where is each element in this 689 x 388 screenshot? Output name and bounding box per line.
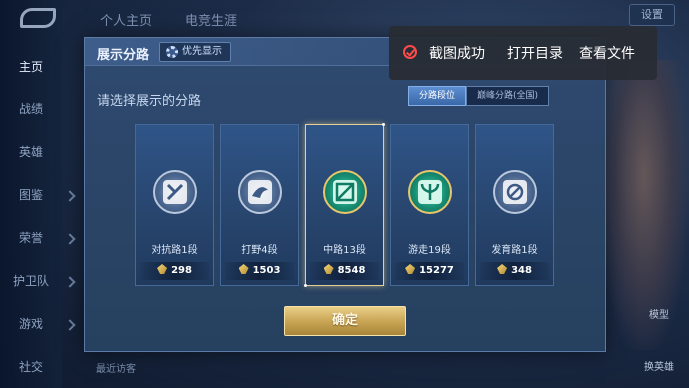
lane-cards: 对抗路1段 298 打野4段 1503 中路13段 8548 游走19段 152… [135,123,554,287]
lane-score: 1503 [225,262,294,280]
open-directory-link[interactable]: 打开目录 [507,43,563,63]
nav-item-heroes[interactable]: 英雄 [0,143,62,160]
screenshot-toast: 截图成功 打开目录 查看文件 [389,26,657,80]
priority-display-button[interactable]: 优先显示 [159,42,231,62]
score-value: 8548 [337,265,366,276]
score-icon [238,264,249,274]
tab-profile[interactable]: 个人主页 [100,10,152,29]
toast-message: 截图成功 [429,46,485,62]
score-value: 1503 [252,265,281,276]
lane-score: 348 [480,262,549,280]
rank-type-toggle: 分路段位 巅峰分路(全国) [407,86,549,106]
nav-item-home[interactable]: 主页 [0,58,62,75]
lane-card-mid[interactable]: 中路13段 8548 [304,123,385,287]
dialog-subtitle: 请选择展示的分路 [97,94,202,109]
mid-lane-emblem-icon [323,170,367,214]
clash-lane-emblem-icon [153,170,197,214]
check-circle-icon [403,45,417,59]
left-nav: 主页 战绩 英雄 图鉴 荣誉 护卫队 游戏 社交 [0,0,62,388]
model-button[interactable]: 模型 [639,306,679,321]
dialog-title: 展示分路 [97,48,150,63]
lane-score: 15277 [395,262,464,280]
score-value: 348 [511,265,532,276]
score-icon [405,264,416,274]
lane-card-farm[interactable]: 发育路1段 348 [475,124,554,286]
priority-display-label: 优先显示 [182,46,222,57]
farm-lane-emblem-icon [493,170,537,214]
nav-item-honor[interactable]: 荣誉 [0,229,62,246]
chevron-right-icon [64,319,76,331]
confirm-button[interactable]: 确定 [284,306,406,336]
settings-button[interactable]: 设置 [629,4,675,26]
nav-item-social[interactable]: 社交 [0,358,62,375]
lane-role-label: 发育路1段 [491,245,538,256]
lane-role-label: 游走19段 [408,245,451,256]
lane-card-jungle[interactable]: 打野4段 1503 [220,124,299,286]
score-value: 298 [171,265,192,276]
lane-display-dialog: 展示分路 优先显示 请选择展示的分路 分路段位 巅峰分路(全国) 对抗路1段 2… [84,37,606,352]
nav-item-codex[interactable]: 图鉴 [0,186,62,203]
score-icon [323,264,334,274]
recent-visitors[interactable]: 最近访客 [96,360,136,375]
chevron-right-icon [64,190,76,202]
view-file-link[interactable]: 查看文件 [579,43,635,63]
nav-item-games[interactable]: 游戏 [0,315,62,332]
roam-emblem-icon [408,170,452,214]
corner-dot [382,123,385,126]
back-arrow-icon[interactable] [20,8,56,28]
lane-score: 298 [140,262,209,280]
lane-role-label: 对抗路1段 [151,245,198,256]
lane-role-label: 打野4段 [241,245,278,256]
nav-item-guard[interactable]: 护卫队 [0,272,62,289]
score-icon [157,264,168,274]
tab-esports[interactable]: 电竞生涯 [185,10,237,29]
chevron-right-icon [64,233,76,245]
lane-card-clash[interactable]: 对抗路1段 298 [135,124,214,286]
change-hero-button[interactable]: 换英雄 [639,358,679,373]
jungle-emblem-icon [238,170,282,214]
score-icon [497,264,508,274]
nav-item-record[interactable]: 战绩 [0,100,62,117]
corner-dot [304,284,307,287]
gear-icon [166,46,178,58]
score-value: 15277 [419,265,454,276]
tab-lane-rank[interactable]: 分路段位 [407,86,466,106]
tab-peak-lane[interactable]: 巅峰分路(全国) [465,86,549,106]
lane-card-roam[interactable]: 游走19段 15277 [390,124,469,286]
chevron-right-icon [64,276,76,288]
lane-role-label: 中路13段 [323,245,366,256]
lane-score: 8548 [310,262,379,280]
